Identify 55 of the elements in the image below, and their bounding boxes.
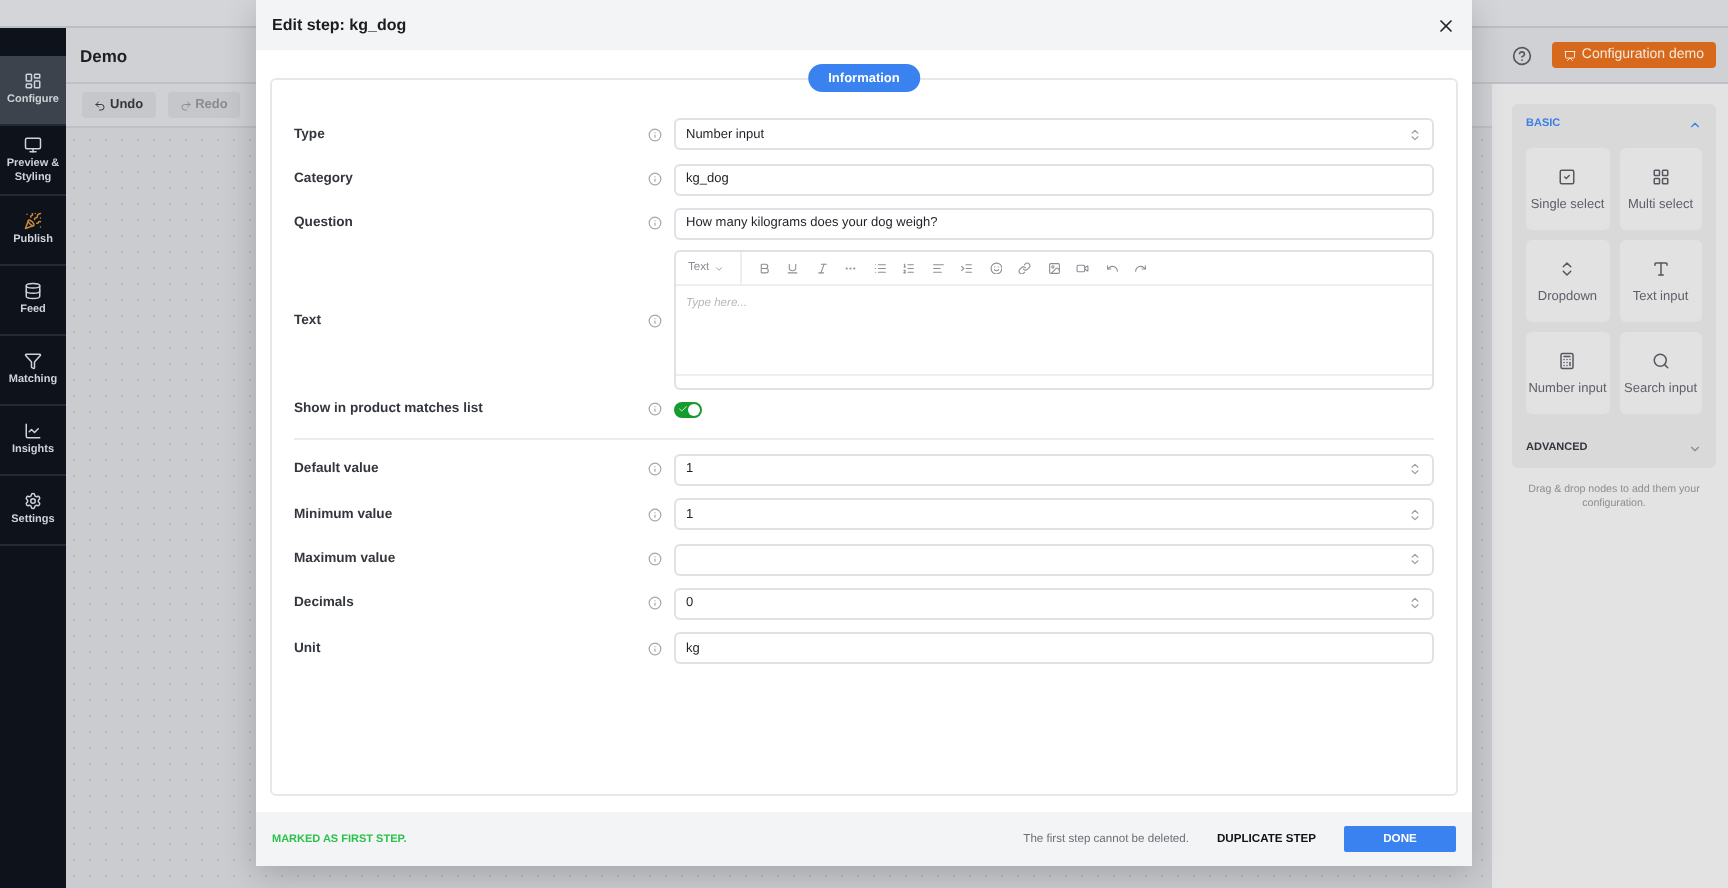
close-button[interactable]	[1436, 15, 1456, 35]
spinner-icon[interactable]	[1408, 462, 1422, 477]
presentation-icon	[1563, 49, 1576, 61]
info-icon[interactable]	[648, 641, 662, 656]
party-popper-icon	[24, 212, 42, 231]
image-icon[interactable]	[1047, 261, 1061, 275]
layout-icon	[24, 72, 42, 91]
spinner-icon[interactable]	[1408, 596, 1422, 611]
redo-icon[interactable]	[1134, 261, 1148, 275]
info-icon[interactable]	[648, 596, 662, 611]
grid-icon	[1651, 167, 1670, 185]
database-icon	[24, 282, 42, 301]
dialog-title: Edit step: kg_dog	[272, 16, 407, 34]
help-icon[interactable]	[1511, 45, 1532, 65]
page-title: Demo	[80, 45, 128, 65]
monitor-icon	[24, 136, 42, 155]
info-icon[interactable]	[648, 507, 662, 522]
spinner-icon[interactable]	[1408, 507, 1422, 522]
numbered-list-icon[interactable]	[902, 261, 916, 275]
caret-icon	[713, 263, 724, 274]
video-icon[interactable]	[1076, 261, 1090, 275]
bold-icon[interactable]	[757, 261, 771, 275]
more-icon[interactable]	[844, 261, 858, 275]
number-field[interactable]	[674, 543, 1434, 576]
search-icon	[1651, 351, 1670, 369]
link-icon[interactable]	[1018, 261, 1032, 275]
undo-icon	[94, 99, 106, 111]
check-icon	[678, 404, 688, 415]
emoji-icon[interactable]	[989, 261, 1003, 275]
align-icon[interactable]	[931, 261, 945, 275]
chevron-down-icon	[1688, 441, 1702, 455]
up-down-chevron-icon	[1408, 127, 1422, 142]
info-icon[interactable]	[648, 462, 662, 477]
info-icon[interactable]	[648, 313, 662, 328]
toggle-switch[interactable]	[674, 401, 702, 418]
checkbox-icon	[1558, 167, 1577, 185]
underline-icon[interactable]	[786, 261, 800, 275]
info-icon[interactable]	[648, 216, 662, 231]
indent-icon[interactable]	[960, 261, 974, 275]
spinner-icon[interactable]	[1408, 552, 1422, 567]
info-icon[interactable]	[648, 127, 662, 142]
bullet-list-icon[interactable]	[873, 261, 887, 275]
line-chart-icon	[24, 422, 42, 441]
settings-icon	[24, 492, 42, 511]
info-icon[interactable]	[648, 172, 662, 187]
info-icon[interactable]	[648, 402, 662, 417]
redo-icon	[179, 99, 192, 111]
chevron-up-icon	[1688, 117, 1702, 131]
text-icon	[1651, 259, 1670, 277]
info-icon[interactable]	[648, 552, 662, 567]
funnel-icon	[24, 352, 42, 371]
undo-icon[interactable]	[1105, 261, 1119, 275]
up-down-chevron-icon	[1558, 259, 1577, 277]
italic-icon[interactable]	[815, 261, 829, 275]
calculator-icon	[1558, 351, 1577, 369]
